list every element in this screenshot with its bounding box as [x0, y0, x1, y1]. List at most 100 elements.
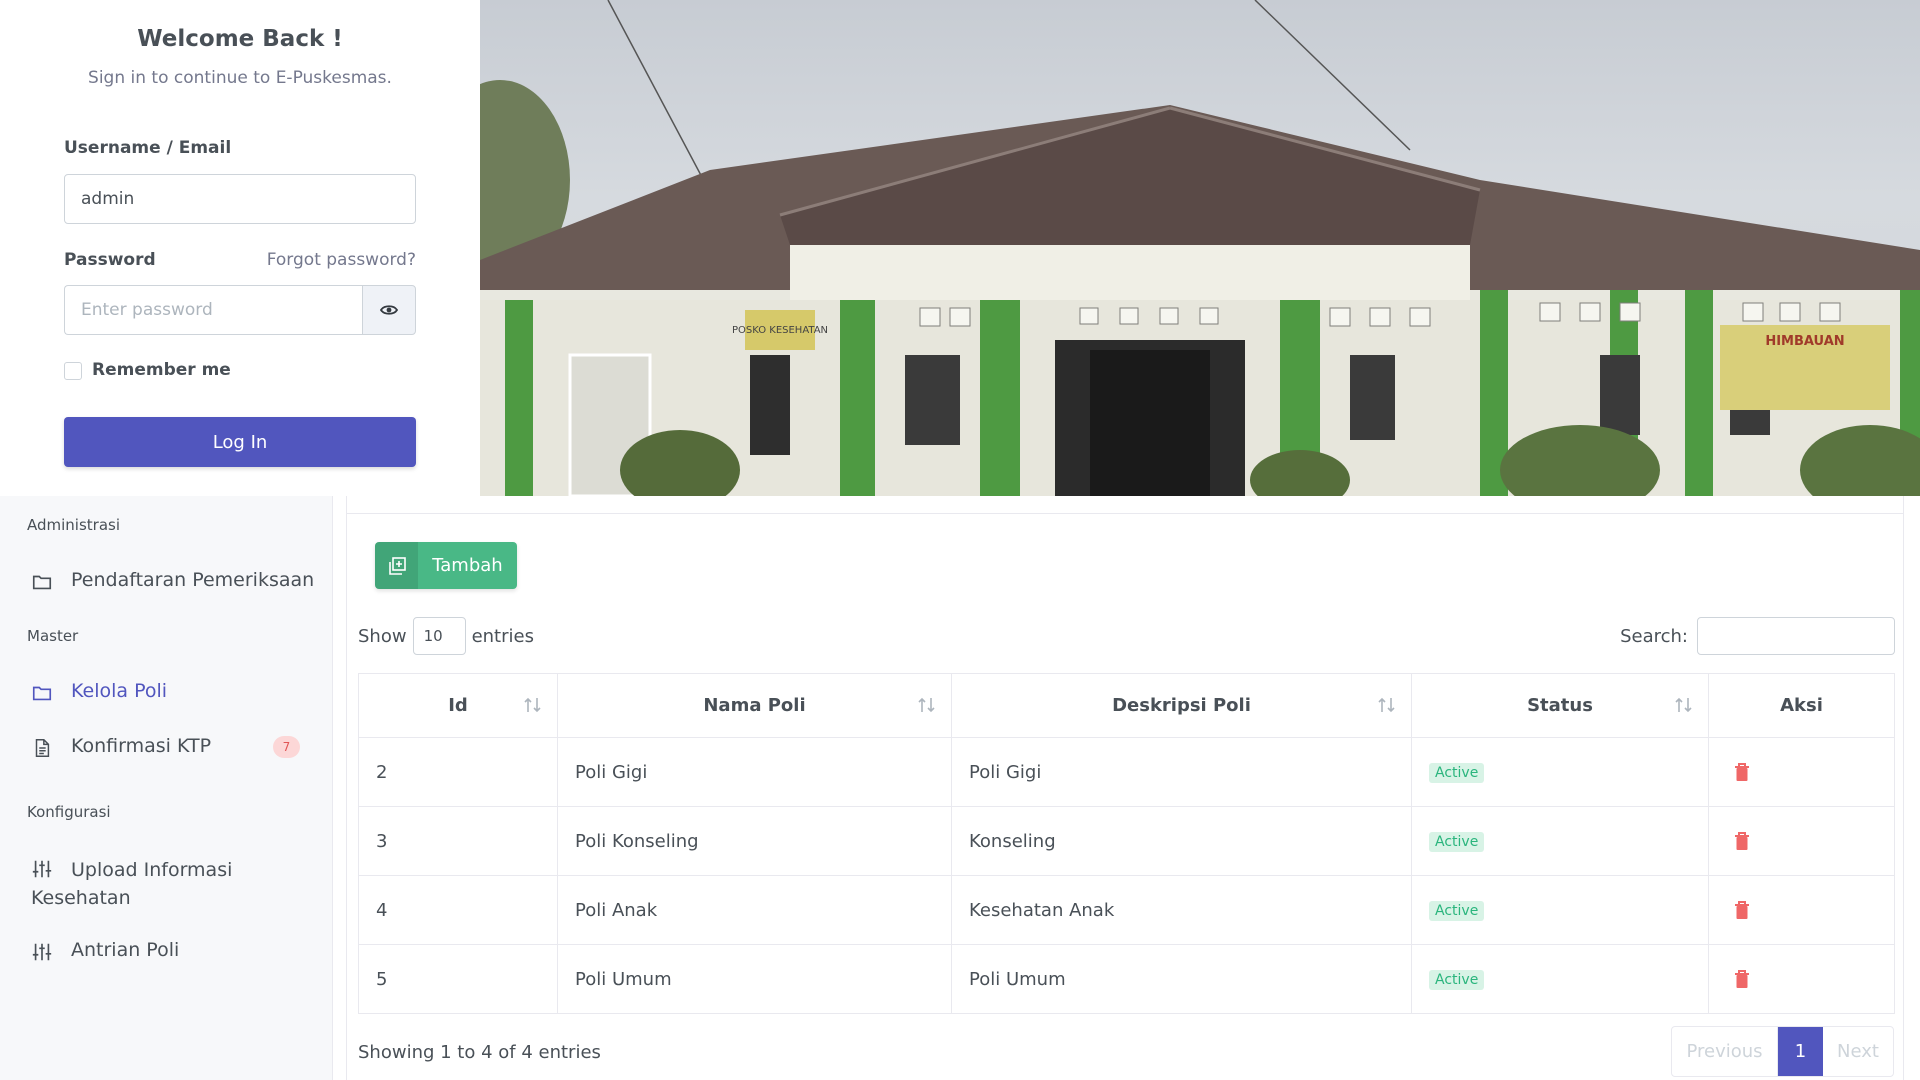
pagination-previous[interactable]: Previous [1672, 1027, 1778, 1076]
column-header-label: Nama Poli [703, 695, 806, 716]
cell-status: Active [1411, 737, 1709, 807]
sliders-icon [32, 860, 52, 878]
trash-icon[interactable] [1733, 900, 1751, 920]
sidebar-item-label: Pendaftaran Pemeriksaan [71, 569, 315, 591]
status-badge: Active [1429, 970, 1485, 990]
folder-icon [32, 686, 52, 701]
sidebar-item-label: Kelola Poli [71, 680, 168, 702]
username-input[interactable] [64, 174, 416, 224]
cell-deskripsi: Poli Umum [951, 944, 1412, 1014]
sort-icon [1378, 697, 1395, 713]
cell-nama: Poli Umum [557, 944, 952, 1014]
sidebar-section-master: Master [27, 627, 79, 645]
sidebar-item-label-line1: Upload Informasi [71, 859, 233, 881]
building-illustration: POSKO KESEHATAN HIMBAUAN [480, 0, 1920, 496]
trash-icon[interactable] [1733, 762, 1751, 782]
column-header-label: Deskripsi Poli [1112, 695, 1251, 716]
sidebar-item-label: Upload Informasi [71, 856, 232, 884]
entries-select[interactable]: 10 [412, 617, 466, 655]
file-icon [35, 739, 50, 757]
cell-deskripsi: Kesehatan Anak [951, 875, 1412, 945]
folder-icon [32, 575, 52, 590]
sidebar-item-kelola-poli[interactable]: Kelola Poli [31, 680, 167, 704]
sidebar-item-label: Konfirmasi KTP [71, 735, 212, 757]
sidebar-section-administrasi: Administrasi [27, 516, 121, 534]
show-entries: Show 10 entries [358, 617, 534, 655]
cell-aksi [1708, 944, 1895, 1014]
cell-id: 3 [358, 806, 558, 876]
login-title: Welcome Back ! [137, 26, 343, 52]
password-label: Password [64, 250, 156, 270]
cell-id: 5 [358, 944, 558, 1014]
sliders-icon [32, 943, 52, 961]
password-input[interactable] [64, 285, 363, 335]
column-header-nama[interactable]: Nama Poli [557, 673, 952, 738]
status-badge: Active [1429, 901, 1485, 921]
status-badge: Active [1429, 763, 1485, 783]
sort-icon [524, 697, 541, 713]
table-row: 2 Poli Gigi Poli Gigi Active [358, 737, 1895, 807]
column-header-id[interactable]: Id [358, 673, 558, 738]
cell-status: Active [1411, 944, 1709, 1014]
column-header-label: Aksi [1780, 695, 1823, 716]
cell-nama: Poli Konseling [557, 806, 952, 876]
status-badge: Active [1429, 832, 1485, 852]
cell-deskripsi: Konseling [951, 806, 1412, 876]
card-divider [347, 513, 1903, 514]
sidebar-item-upload-informasi-line2[interactable]: Kesehatan [31, 884, 131, 912]
pagination: Previous 1 Next [1671, 1026, 1894, 1077]
cell-id: 4 [358, 875, 558, 945]
sidebar-section-konfigurasi: Konfigurasi [27, 803, 111, 821]
table-header-row: Id Nama Poli Deskripsi Poli Status Aksi [358, 673, 1895, 738]
sort-icon [1675, 697, 1692, 713]
cell-aksi [1708, 737, 1895, 807]
sidebar-item-label: Antrian Poli [71, 939, 180, 961]
sidebar-item-konfirmasi-ktp[interactable]: Konfirmasi KTP [31, 735, 211, 759]
himbauan-sign-text: HIMBAUAN [1765, 334, 1844, 349]
pagination-next[interactable]: Next [1823, 1027, 1893, 1076]
table-row: 5 Poli Umum Poli Umum Active [358, 944, 1895, 1014]
table-row: 3 Poli Konseling Konseling Active [358, 806, 1895, 876]
show-password-button[interactable] [362, 285, 416, 335]
poli-table: Id Nama Poli Deskripsi Poli Status Aksi … [358, 673, 1895, 1014]
column-header-deskripsi[interactable]: Deskripsi Poli [951, 673, 1412, 738]
table-search: Search: [1620, 617, 1895, 655]
add-button[interactable]: Tambah [375, 542, 517, 589]
entries-label: entries [471, 625, 534, 647]
posko-sign-text: POSKO KESEHATAN [732, 325, 828, 336]
show-label: Show [358, 625, 407, 647]
cell-aksi [1708, 806, 1895, 876]
add-icon-wrap [375, 542, 418, 589]
column-header-status[interactable]: Status [1411, 673, 1709, 738]
remember-me-checkbox[interactable] [64, 362, 82, 380]
remember-me-label: Remember me [92, 360, 231, 380]
cell-aksi [1708, 875, 1895, 945]
cell-nama: Poli Gigi [557, 737, 952, 807]
cell-status: Active [1411, 806, 1709, 876]
cell-id: 2 [358, 737, 558, 807]
cell-deskripsi: Poli Gigi [951, 737, 1412, 807]
search-label: Search: [1620, 625, 1688, 647]
search-input[interactable] [1697, 617, 1895, 655]
column-header-label: Id [448, 695, 468, 716]
sidebar-item-pendaftaran[interactable]: Pendaftaran Pemeriksaan [31, 569, 314, 593]
login-card: Welcome Back ! Sign in to continue to E-… [0, 0, 480, 496]
sort-icon [918, 697, 935, 713]
sidebar-item-upload-informasi[interactable]: Upload Informasi [31, 856, 301, 884]
login-button[interactable]: Log In [64, 417, 416, 467]
trash-icon[interactable] [1733, 831, 1751, 851]
table-row: 4 Poli Anak Kesehatan Anak Active [358, 875, 1895, 945]
login-subtitle: Sign in to continue to E-Puskesmas. [88, 68, 392, 88]
sidebar-item-label-line2: Kesehatan [31, 887, 131, 909]
sidebar-item-antrian-poli[interactable]: Antrian Poli [31, 939, 179, 963]
column-header-aksi: Aksi [1708, 673, 1895, 738]
konfirmasi-count-badge: 7 [273, 736, 300, 758]
forgot-password-link[interactable]: Forgot password? [267, 250, 416, 270]
pagination-page-1[interactable]: 1 [1778, 1027, 1823, 1076]
add-square-icon [388, 556, 406, 575]
username-label: Username / Email [64, 138, 232, 158]
cell-nama: Poli Anak [557, 875, 952, 945]
table-info: Showing 1 to 4 of 4 entries [358, 1042, 601, 1063]
cell-status: Active [1411, 875, 1709, 945]
trash-icon[interactable] [1733, 969, 1751, 989]
